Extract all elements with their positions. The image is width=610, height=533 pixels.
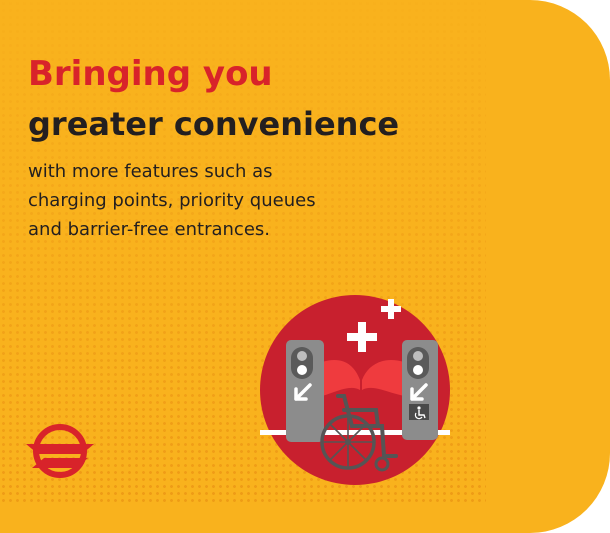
- body-line-1: with more features such as: [28, 161, 273, 182]
- smrt-logo-icon[interactable]: [22, 420, 98, 482]
- body-line-3: and barrier-free entrances.: [28, 219, 271, 240]
- body-line-2: charging points, priority queues: [28, 190, 316, 211]
- left-fare-gate: [286, 340, 324, 442]
- wheelchair-fare-gate-illustration: [260, 295, 450, 485]
- right-fare-gate: [402, 340, 438, 440]
- body-text: with more features such as charging poin…: [28, 157, 388, 244]
- headline-line-1: Bringing you: [28, 54, 273, 94]
- promo-card: Bringing you greater convenience with mo…: [0, 0, 610, 533]
- headline-line-2: greater convenience: [28, 105, 400, 143]
- yellow-panel: Bringing you greater convenience with mo…: [0, 0, 610, 533]
